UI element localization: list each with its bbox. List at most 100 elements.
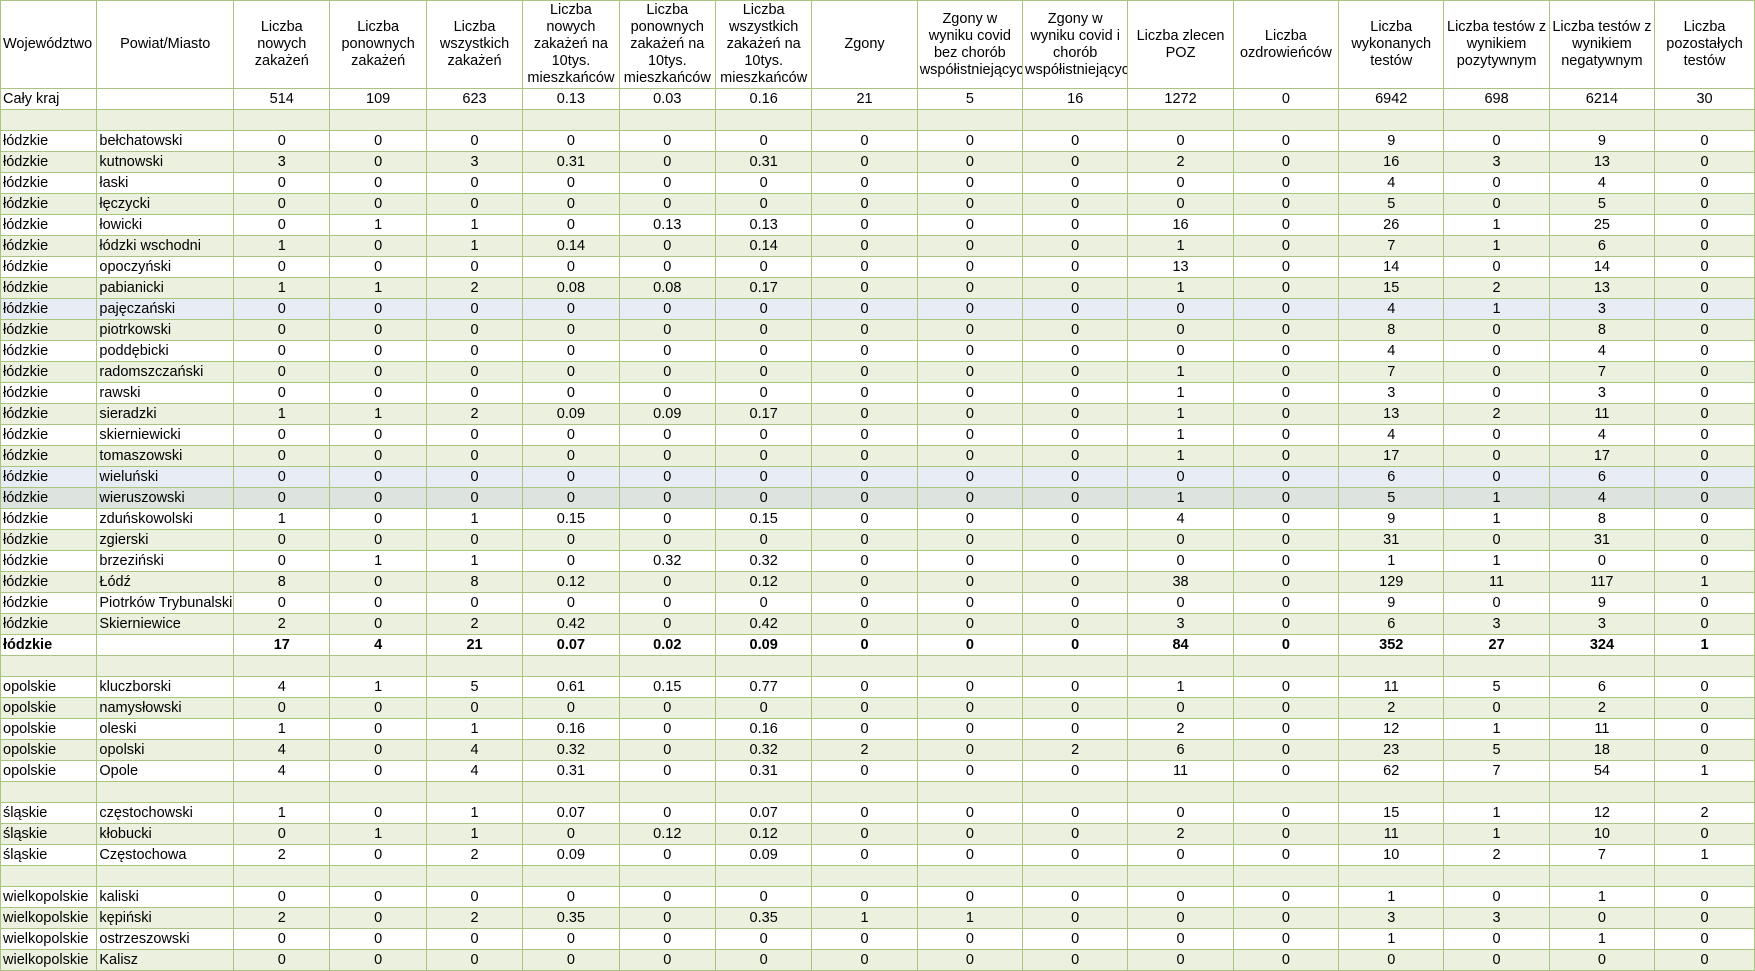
- cell-value[interactable]: 0: [618, 844, 716, 866]
- cell-value[interactable]: 21: [425, 634, 524, 656]
- cell-powiat[interactable]: Łódź: [96, 571, 235, 593]
- cell-value[interactable]: 0: [618, 445, 716, 467]
- cell-value[interactable]: 0: [618, 424, 716, 446]
- cell-value[interactable]: 0: [1022, 298, 1129, 320]
- cell-value[interactable]: 0: [522, 487, 620, 509]
- cell-wojewodztwo[interactable]: wielkopolskie: [0, 907, 98, 929]
- cell-value[interactable]: 0: [233, 550, 331, 572]
- cell-value[interactable]: 0: [425, 172, 524, 194]
- cell-value[interactable]: 0: [233, 193, 331, 215]
- cell-value[interactable]: 0: [522, 550, 620, 572]
- cell-value[interactable]: 0: [1022, 760, 1129, 782]
- cell-value[interactable]: 0: [1654, 193, 1755, 215]
- cell-value[interactable]: 0: [233, 886, 331, 908]
- cell-value[interactable]: 0: [811, 193, 918, 215]
- cell-value[interactable]: 0: [233, 928, 331, 950]
- cell-value[interactable]: 0: [811, 256, 918, 278]
- cell-value[interactable]: 0: [618, 340, 716, 362]
- cell-value[interactable]: 1: [425, 508, 524, 530]
- cell-powiat[interactable]: oleski: [96, 718, 235, 740]
- cell-value[interactable]: 0: [916, 340, 1024, 362]
- cell-value[interactable]: 0: [1127, 529, 1234, 551]
- cell-value[interactable]: 0: [811, 466, 918, 488]
- cell-value[interactable]: 0.08: [618, 277, 716, 299]
- cell-value[interactable]: 0.15: [714, 508, 813, 530]
- column-header-wykonane-testy[interactable]: Liczba wykonanych testów: [1338, 0, 1445, 89]
- cell-value[interactable]: 0: [233, 697, 331, 719]
- cell-wojewodztwo[interactable]: śląskie: [0, 823, 98, 845]
- cell-value[interactable]: 0: [618, 529, 716, 551]
- cell-value[interactable]: 0: [811, 235, 918, 257]
- cell-value[interactable]: [1022, 781, 1129, 803]
- cell-value[interactable]: 0: [1232, 172, 1340, 194]
- cell-value[interactable]: 0: [329, 886, 427, 908]
- column-header-testy-pozytywne[interactable]: Liczba testów z wynikiem pozytywnym: [1443, 0, 1550, 89]
- cell-value[interactable]: 0: [1127, 928, 1234, 950]
- cell-powiat[interactable]: [96, 109, 235, 131]
- cell-value[interactable]: 0: [1232, 130, 1340, 152]
- cell-value[interactable]: 0: [329, 445, 427, 467]
- cell-value[interactable]: 0: [1443, 193, 1550, 215]
- cell-value[interactable]: 0: [618, 466, 716, 488]
- cell-value[interactable]: 6: [1127, 739, 1234, 761]
- cell-value[interactable]: 3: [1338, 382, 1445, 404]
- cell-value[interactable]: 1: [1654, 634, 1755, 656]
- cell-value[interactable]: 0: [1127, 886, 1234, 908]
- cell-value[interactable]: 0: [1232, 361, 1340, 383]
- cell-value[interactable]: 0: [1443, 928, 1550, 950]
- cell-value[interactable]: 0: [916, 508, 1024, 530]
- cell-value[interactable]: 1: [811, 907, 918, 929]
- cell-value[interactable]: 0: [522, 214, 620, 236]
- cell-value[interactable]: 0: [1654, 739, 1755, 761]
- cell-value[interactable]: 0: [233, 256, 331, 278]
- column-header-zlecenia-poz[interactable]: Liczba zlecen POZ: [1127, 0, 1234, 89]
- cell-value[interactable]: 0: [329, 256, 427, 278]
- cell-value[interactable]: 0: [1654, 592, 1755, 614]
- cell-value[interactable]: 0: [714, 466, 813, 488]
- cell-value[interactable]: 9: [1338, 508, 1445, 530]
- cell-value[interactable]: 0.09: [714, 634, 813, 656]
- cell-value[interactable]: 0: [233, 592, 331, 614]
- cell-value[interactable]: [714, 865, 813, 887]
- column-header-ozdrowiency[interactable]: Liczba ozdrowieńców: [1232, 0, 1340, 89]
- cell-value[interactable]: 324: [1548, 634, 1656, 656]
- cell-value[interactable]: 0: [329, 424, 427, 446]
- cell-value[interactable]: 0: [329, 151, 427, 173]
- cell-value[interactable]: 129: [1338, 571, 1445, 593]
- cell-value[interactable]: 0: [233, 382, 331, 404]
- cell-value[interactable]: 1: [1443, 214, 1550, 236]
- cell-value[interactable]: [1338, 655, 1445, 677]
- cell-value[interactable]: 0: [233, 319, 331, 341]
- cell-powiat[interactable]: łaski: [96, 172, 235, 194]
- cell-value[interactable]: 8: [1548, 508, 1656, 530]
- cell-value[interactable]: 3: [233, 151, 331, 173]
- cell-value[interactable]: 0: [1654, 907, 1755, 929]
- cell-value[interactable]: 0: [811, 634, 918, 656]
- cell-value[interactable]: [1548, 109, 1656, 131]
- cell-value[interactable]: 0: [1654, 823, 1755, 845]
- cell-value[interactable]: 0: [916, 214, 1024, 236]
- cell-value[interactable]: [1232, 865, 1340, 887]
- cell-wojewodztwo[interactable]: łódzkie: [0, 193, 98, 215]
- cell-value[interactable]: 0.32: [714, 550, 813, 572]
- cell-value[interactable]: 11: [1548, 403, 1656, 425]
- column-header-zgony-z-chorobami[interactable]: Zgony w wyniku covid i chorób współistni…: [1022, 0, 1129, 89]
- cell-value[interactable]: 0.42: [714, 613, 813, 635]
- cell-value[interactable]: 0: [811, 949, 918, 971]
- cell-value[interactable]: 62: [1338, 760, 1445, 782]
- cell-value[interactable]: 1: [1654, 760, 1755, 782]
- cell-value[interactable]: 0: [714, 949, 813, 971]
- cell-value[interactable]: [1022, 865, 1129, 887]
- cell-value[interactable]: 0: [1022, 151, 1129, 173]
- cell-value[interactable]: 6: [1548, 676, 1656, 698]
- cell-wojewodztwo[interactable]: łódzkie: [0, 466, 98, 488]
- cell-powiat[interactable]: Częstochowa: [96, 844, 235, 866]
- cell-value[interactable]: 0: [1443, 340, 1550, 362]
- cell-value[interactable]: 0: [1443, 256, 1550, 278]
- cell-value[interactable]: 0: [1232, 151, 1340, 173]
- cell-value[interactable]: 0.17: [714, 277, 813, 299]
- cell-value[interactable]: 1: [233, 802, 331, 824]
- cell-value[interactable]: 0: [329, 592, 427, 614]
- cell-value[interactable]: 14: [1338, 256, 1445, 278]
- cell-value[interactable]: 0: [811, 928, 918, 950]
